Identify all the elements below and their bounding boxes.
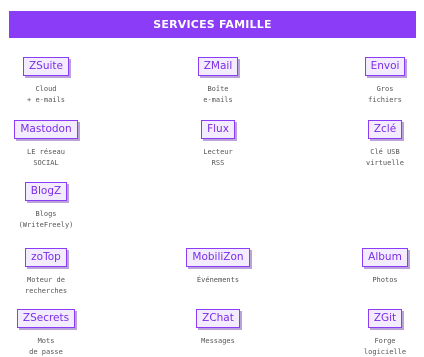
service-flux: Flux Lecteur RSS bbox=[163, 120, 273, 169]
zsecrets-description: Mots de passe bbox=[29, 337, 63, 356]
blogz-button[interactable]: BlogZ bbox=[24, 182, 68, 201]
album-button[interactable]: Album bbox=[362, 248, 408, 267]
mastodon-description: LE réseau SOCIAL bbox=[27, 148, 65, 167]
mobilizon-description: Événements bbox=[196, 276, 240, 284]
zcle-description: Clé USB virtuelle bbox=[366, 148, 404, 167]
mastodon-button[interactable]: Mastodon bbox=[14, 120, 78, 139]
service-album: Album Photos bbox=[330, 248, 424, 286]
service-blogz: BlogZ Blogs (WriteFreely) bbox=[0, 182, 101, 231]
zchat-button[interactable]: ZChat bbox=[196, 309, 240, 328]
zotop-button[interactable]: zoTop bbox=[25, 248, 67, 267]
service-zgit: ZGit Forge logicielle bbox=[330, 309, 424, 357]
service-mastodon: Mastodon LE réseau SOCIAL bbox=[0, 120, 101, 169]
mobilizon-button[interactable]: MobiliZon bbox=[186, 248, 250, 267]
zgit-description: Forge logicielle bbox=[363, 337, 407, 356]
zsecrets-button[interactable]: ZSecrets bbox=[16, 309, 76, 328]
service-zcle: Zclé Clé USB virtuelle bbox=[330, 120, 424, 169]
services-page: SERVICES FAMILLE ZSuite Cloud + e-mails … bbox=[0, 0, 424, 357]
album-description: Photos bbox=[372, 276, 398, 284]
service-zchat: ZChat Messages bbox=[163, 309, 273, 347]
service-zsecrets: ZSecrets Mots de passe bbox=[0, 309, 101, 357]
flux-description: Lecteur RSS bbox=[203, 148, 233, 167]
header-title: SERVICES FAMILLE bbox=[153, 18, 272, 31]
flux-button[interactable]: Flux bbox=[201, 120, 235, 139]
service-zsuite: ZSuite Cloud + e-mails bbox=[0, 57, 101, 106]
envoi-button[interactable]: Envoi bbox=[364, 57, 406, 76]
blogz-description: Blogs (WriteFreely) bbox=[18, 210, 74, 229]
service-mobilizon: MobiliZon Événements bbox=[163, 248, 273, 286]
zsuite-button[interactable]: ZSuite bbox=[22, 57, 69, 76]
service-envoi: Envoi Gros fichiers bbox=[330, 57, 424, 106]
zgit-button[interactable]: ZGit bbox=[367, 309, 403, 328]
service-zotop: zoTop Moteur de recherches bbox=[0, 248, 101, 297]
services-header: SERVICES FAMILLE bbox=[9, 11, 416, 38]
zsuite-description: Cloud + e-mails bbox=[27, 85, 65, 104]
zcle-button[interactable]: Zclé bbox=[367, 120, 403, 139]
envoi-description: Gros fichiers bbox=[368, 85, 402, 104]
service-zmail: ZMail Boîte e-mails bbox=[163, 57, 273, 106]
zotop-description: Moteur de recherches bbox=[24, 276, 68, 295]
zmail-description: Boîte e-mails bbox=[203, 85, 233, 104]
zchat-description: Messages bbox=[201, 337, 235, 345]
zmail-button[interactable]: ZMail bbox=[197, 57, 239, 76]
